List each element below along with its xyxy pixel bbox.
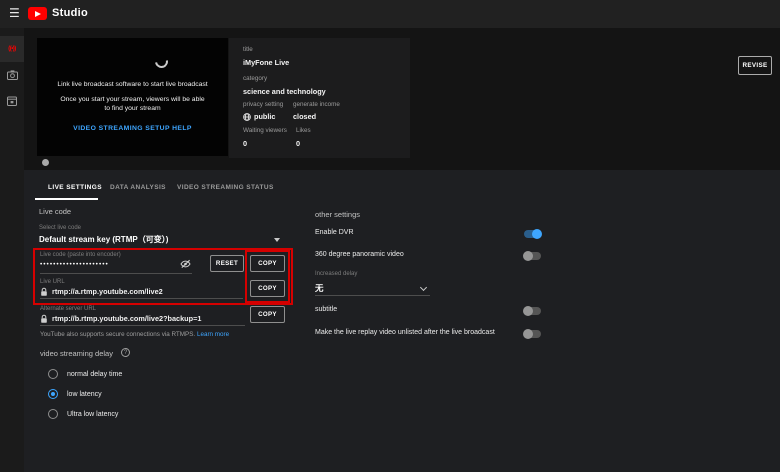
globe-icon xyxy=(243,113,251,121)
copy-stream-key-button[interactable]: COPY xyxy=(250,255,285,272)
live-url-value[interactable]: rtmp://a.rtmp.youtube.com/live2 xyxy=(52,287,163,296)
lock-icon xyxy=(40,314,48,324)
player-message-line2: Once you start your stream, viewers will… xyxy=(37,95,228,113)
live-broadcast-icon: ((•)) xyxy=(8,46,16,52)
sidebar-item-webcam[interactable] xyxy=(0,62,24,88)
radio-label: low latency xyxy=(67,391,102,398)
lock-icon xyxy=(40,287,48,297)
panoramic-video-toggle[interactable] xyxy=(524,252,541,260)
waiting-viewers-value: 0 xyxy=(243,139,247,148)
radio-circle-icon xyxy=(48,409,58,419)
category-value: science and technology xyxy=(243,87,326,96)
hamburger-menu-icon[interactable]: ☰ xyxy=(9,6,20,20)
income-value: closed xyxy=(293,112,316,121)
unlisted-replay-toggle[interactable] xyxy=(524,330,541,338)
chevron-down-icon[interactable] xyxy=(274,238,280,242)
left-sidebar: ((•)) xyxy=(0,28,24,472)
tab-video-streaming-status[interactable]: VIDEO STREAMING STATUS xyxy=(177,184,274,191)
privacy-label: privacy setting xyxy=(243,101,283,108)
enable-dvr-label: Enable DVR xyxy=(315,229,354,236)
youtube-logo-icon[interactable] xyxy=(28,7,47,20)
toggle-knob xyxy=(523,306,533,316)
stream-key-select[interactable]: Default stream key (RTMP（可变）) xyxy=(39,234,168,245)
reset-button[interactable]: RESET xyxy=(210,255,244,272)
radio-normal-delay[interactable]: normal delay time xyxy=(48,369,122,379)
video-streaming-setup-help-link[interactable]: VIDEO STREAMING SETUP HELP xyxy=(37,125,228,132)
live-preview-player: Link live broadcast software to start li… xyxy=(37,38,228,156)
increased-delay-underline xyxy=(315,295,430,296)
increased-delay-select[interactable]: 无 xyxy=(315,282,324,294)
tab-live-settings[interactable]: LIVE SETTINGS xyxy=(48,184,102,191)
visibility-off-icon[interactable] xyxy=(180,259,191,269)
radio-circle-selected-icon xyxy=(48,389,58,399)
help-circle-icon[interactable]: ? xyxy=(121,348,130,357)
income-label: generate income xyxy=(293,101,340,108)
top-app-bar: ☰ Studio xyxy=(0,0,780,28)
title-label: title xyxy=(243,46,253,53)
other-settings-title: other settings xyxy=(315,210,360,219)
panoramic-video-label: 360 degree panoramic video xyxy=(315,251,404,258)
waiting-viewers-label: Waiting viewers xyxy=(243,127,287,134)
schedule-icon xyxy=(7,96,17,106)
audio-level-dot xyxy=(42,159,49,166)
copy-backup-url-button[interactable]: COPY xyxy=(250,306,285,323)
subtitle-label: subtitle xyxy=(315,306,337,313)
backup-url-value[interactable]: rtmp://b.rtmp.youtube.com/live2?backup=1 xyxy=(52,314,201,323)
enable-dvr-toggle[interactable] xyxy=(524,230,541,238)
rtmps-note: YouTube also supports secure connections… xyxy=(40,331,229,338)
stream-delay-title: video streaming delay xyxy=(40,349,113,358)
tab-data-analysis[interactable]: DATA ANALYSIS xyxy=(110,184,166,191)
category-label: category xyxy=(243,75,267,82)
radio-label: normal delay time xyxy=(67,371,122,378)
rtmps-note-text: YouTube also supports secure connections… xyxy=(40,331,195,338)
loading-spinner-icon xyxy=(152,52,170,70)
stream-key-underline xyxy=(40,273,192,274)
play-triangle-icon xyxy=(35,11,41,17)
title-value: iMyFone Live xyxy=(243,58,289,67)
radio-label: Ultra low latency xyxy=(67,411,118,418)
revise-button[interactable]: REVISE xyxy=(738,56,772,75)
sidebar-item-schedule[interactable] xyxy=(0,88,24,114)
radio-ultra-low-latency[interactable]: Ultra low latency xyxy=(48,409,118,419)
backup-url-label: Alternate server URL xyxy=(40,306,96,312)
increased-delay-label: Increased delay xyxy=(315,271,357,277)
stream-key-label: Live code (paste into encoder) xyxy=(40,252,121,258)
live-url-underline xyxy=(40,298,243,299)
chevron-down-icon[interactable] xyxy=(420,284,427,291)
privacy-value-text: public xyxy=(254,112,276,121)
live-url-label: Live URL xyxy=(40,279,65,285)
learn-more-link[interactable]: Learn more xyxy=(197,331,229,338)
active-tab-underline xyxy=(35,198,98,200)
radio-circle-icon xyxy=(48,369,58,379)
stream-key-masked-value[interactable]: ••••••••••••••••••••• xyxy=(40,261,109,268)
radio-low-latency[interactable]: low latency xyxy=(48,389,102,399)
select-live-code-label: Select live code xyxy=(39,225,81,231)
camera-icon xyxy=(7,70,18,80)
copy-live-url-button[interactable]: COPY xyxy=(250,280,285,297)
subtitle-toggle[interactable] xyxy=(524,307,541,315)
likes-label: Likes xyxy=(296,127,311,134)
stream-header-panel: Link live broadcast software to start li… xyxy=(24,28,780,170)
live-code-section-title: Live code xyxy=(39,207,71,216)
privacy-value: public xyxy=(243,112,276,121)
live-settings-panel: LIVE SETTINGS DATA ANALYSIS VIDEO STREAM… xyxy=(24,170,780,472)
unlisted-replay-label: Make the live replay video unlisted afte… xyxy=(315,329,495,336)
toggle-knob xyxy=(532,229,542,239)
likes-value: 0 xyxy=(296,139,300,148)
studio-app-title: Studio xyxy=(52,7,88,19)
sidebar-item-live[interactable]: ((•)) xyxy=(0,36,24,62)
backup-url-underline xyxy=(40,325,245,326)
player-message-line1: Link live broadcast software to start li… xyxy=(37,81,228,88)
stream-info-panel: title iMyFone Live category science and … xyxy=(229,38,410,158)
toggle-knob xyxy=(523,329,533,339)
toggle-knob xyxy=(523,251,533,261)
